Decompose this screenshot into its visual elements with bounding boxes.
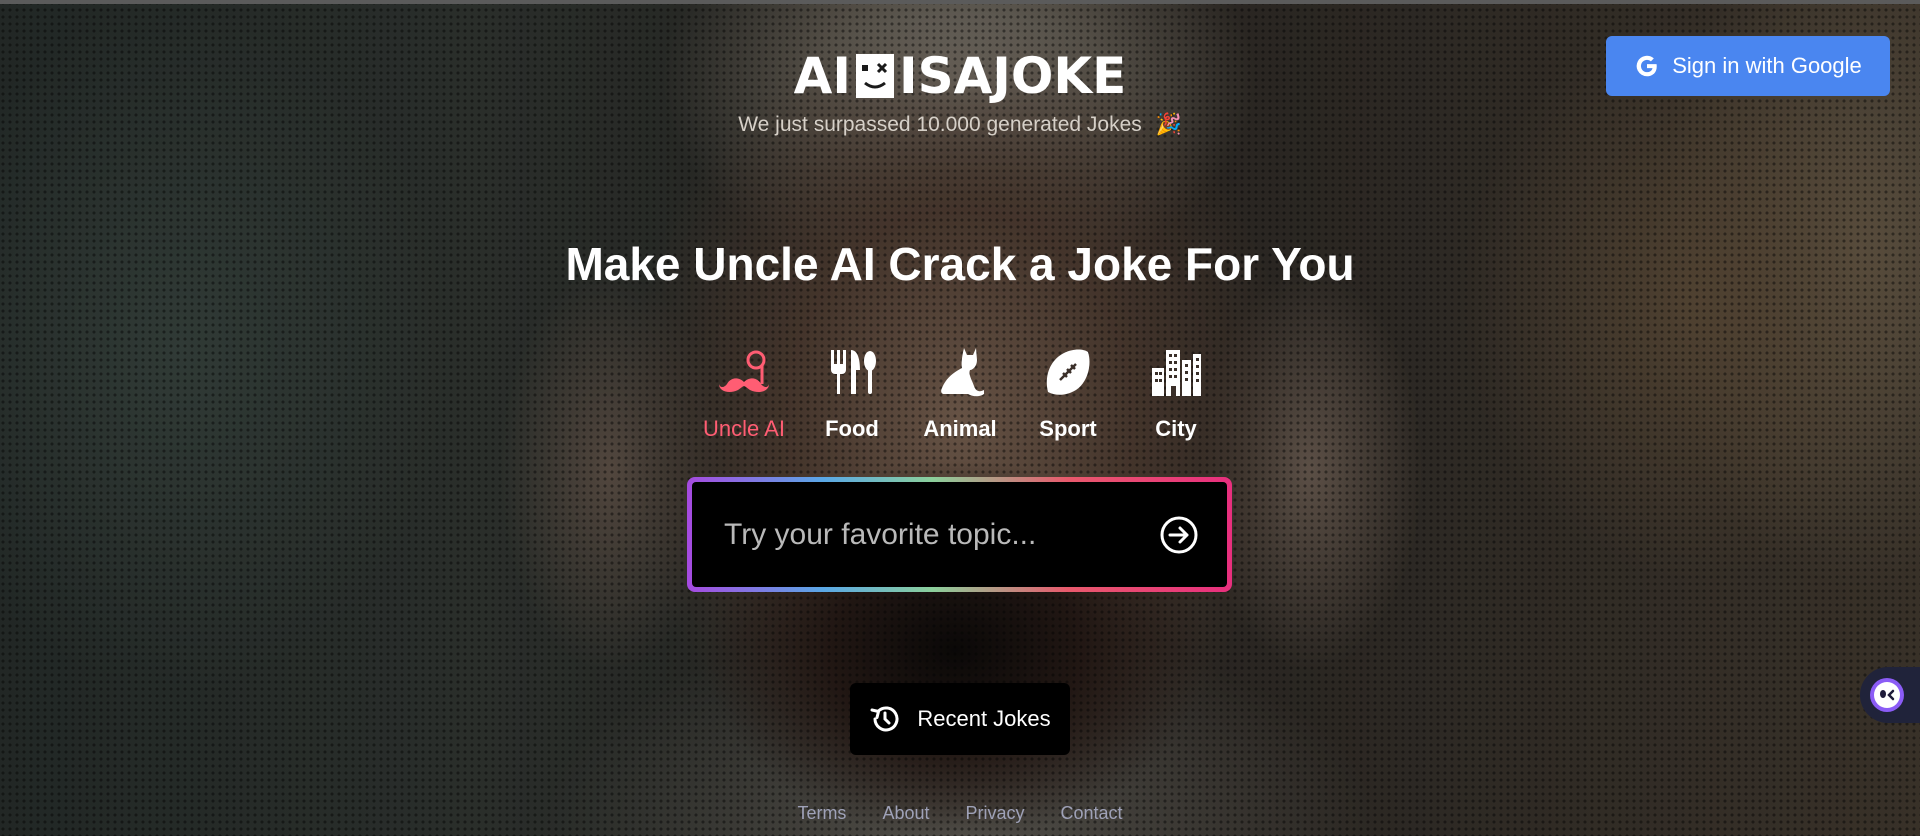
footer-link-privacy[interactable]: Privacy <box>965 803 1024 824</box>
category-label: Sport <box>1039 416 1097 441</box>
arrow-right-circle-icon[interactable] <box>1159 515 1199 555</box>
cutlery-icon <box>831 350 876 394</box>
category-city[interactable]: City <box>1122 346 1230 442</box>
topic-input[interactable] <box>722 516 1159 553</box>
category-label: Animal <box>923 416 997 441</box>
footer-link-terms[interactable]: Terms <box>797 803 846 824</box>
category-uncle-ai[interactable]: Uncle AI <box>690 346 798 442</box>
tagline-text: We just surpassed 10.000 generated Jokes <box>738 113 1142 136</box>
logo-text-left: AI <box>793 47 851 105</box>
assistant-widget-button[interactable] <box>1860 667 1920 723</box>
category-sport[interactable]: Sport <box>1014 346 1122 442</box>
footer-nav: Terms About Privacy Contact <box>0 803 1920 824</box>
recent-jokes-label: Recent Jokes <box>917 706 1051 731</box>
category-selector: Uncle AI Food Animal Sport City <box>0 346 1920 442</box>
logo-text-right: ISAJOKE <box>898 47 1127 105</box>
history-icon <box>870 706 899 732</box>
tagline: We just surpassed 10.000 generated Jokes… <box>0 113 1920 137</box>
football-icon <box>1046 349 1090 395</box>
cat-icon <box>941 348 984 397</box>
winking-face-icon <box>855 54 894 98</box>
category-label: City <box>1155 416 1197 441</box>
city-icon <box>1152 350 1201 396</box>
recent-jokes-button[interactable]: Recent Jokes <box>850 683 1070 755</box>
footer-link-about[interactable]: About <box>882 803 929 824</box>
topic-search-box <box>687 477 1232 592</box>
page: Sign in with Google AI ISAJOKE We just s… <box>0 0 1920 836</box>
party-popper-icon: 🎉 <box>1155 113 1182 136</box>
mustache-monocle-icon <box>719 350 769 392</box>
category-animal[interactable]: Animal <box>906 346 1014 442</box>
category-label: Uncle AI <box>703 416 785 441</box>
top-border <box>0 0 1920 4</box>
assistant-bot-icon <box>1870 678 1904 712</box>
site-logo[interactable]: AI ISAJOKE <box>0 47 1920 105</box>
category-food[interactable]: Food <box>798 346 906 442</box>
page-title: Make Uncle AI Crack a Joke For You <box>565 238 1355 290</box>
topic-search-inner <box>692 482 1227 587</box>
footer-link-contact[interactable]: Contact <box>1061 803 1123 824</box>
category-label: Food <box>825 416 879 441</box>
